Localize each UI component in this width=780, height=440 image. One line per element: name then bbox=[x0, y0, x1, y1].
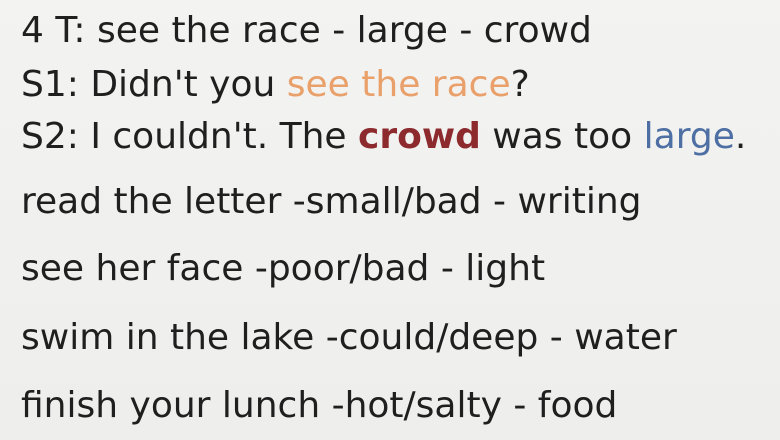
student2-highlight-crowd: crowd bbox=[358, 116, 481, 157]
student2-text-part1: S2: I couldn't. The bbox=[21, 116, 358, 157]
student1-text-before: S1: Didn't you bbox=[21, 64, 287, 105]
student1-highlight-phrase: see the race bbox=[286, 64, 511, 105]
prompt-line-4: finish your lunch -hot/salty - food bbox=[21, 385, 618, 426]
slide: 4 T: see the race - large - crowd S1: Di… bbox=[0, 0, 780, 440]
student1-text-after: ? bbox=[510, 64, 530, 105]
prompt-line-1: read the letter -small/bad - writing bbox=[21, 181, 642, 222]
prompt-line-2: see her face -poor/bad - light bbox=[21, 248, 546, 289]
prompt-line-3: swim in the lake -could/deep - water bbox=[21, 317, 677, 358]
student2-line: S2: I couldn't. The crowd was too large. bbox=[21, 119, 746, 155]
teacher-cue-line: 4 T: see the race - large - crowd bbox=[21, 10, 592, 51]
student1-line: S1: Didn't you see the race? bbox=[21, 67, 530, 103]
student2-highlight-large: large bbox=[643, 116, 735, 157]
student2-text-part2: was too bbox=[480, 116, 644, 157]
student2-text-part3: . bbox=[734, 116, 747, 157]
